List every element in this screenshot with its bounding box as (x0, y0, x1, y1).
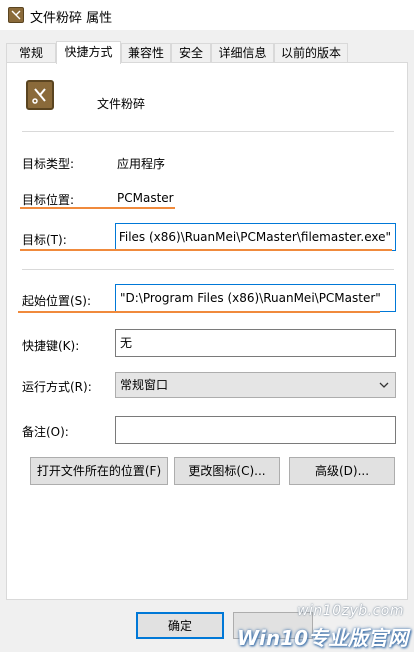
comment-field[interactable] (115, 416, 396, 444)
watermark-site: win10zyb.com (297, 603, 404, 619)
target-type-value: 应用程序 (117, 157, 166, 171)
shortcut-key-label: 快捷键(K): (22, 339, 80, 353)
target-label: 目标(T): (22, 233, 67, 247)
divider-top (22, 131, 394, 132)
highlight-underline (20, 249, 392, 251)
app-name: 文件粉碎 (97, 97, 146, 111)
highlight-underline (20, 207, 175, 209)
app-title-icon (8, 7, 24, 23)
advanced-button[interactable]: 高级(D)... (289, 457, 395, 485)
watermark-brand: Win10专业版官网 (237, 626, 408, 650)
start-in-label: 起始位置(S): (22, 294, 92, 308)
app-icon (26, 80, 54, 110)
change-icon-button[interactable]: 更改图标(C)... (174, 457, 280, 485)
run-select[interactable]: 常规窗口 (115, 372, 396, 398)
tab-security[interactable]: 安全 (171, 43, 211, 63)
tab-compatibility[interactable]: 兼容性 (121, 43, 171, 63)
tab-details[interactable]: 详细信息 (211, 43, 274, 63)
tab-previous-versions[interactable]: 以前的版本 (274, 43, 348, 63)
divider-middle (22, 269, 394, 270)
shortcut-key-field[interactable]: 无 (115, 329, 396, 357)
highlight-underline (18, 311, 380, 313)
chevron-down-icon (379, 382, 389, 388)
tab-general[interactable]: 常规 (6, 43, 56, 63)
tab-shortcut[interactable]: 快捷方式 (56, 41, 121, 64)
open-file-location-button[interactable]: 打开文件所在的位置(F) (30, 457, 168, 485)
ok-button[interactable]: 确定 (136, 612, 224, 639)
tab-strip: 常规 快捷方式 兼容性 安全 详细信息 以前的版本 (6, 41, 408, 64)
run-label: 运行方式(R): (22, 380, 92, 394)
target-location-value: PCMaster (117, 191, 174, 205)
window-title: 文件粉碎 属性 (30, 11, 113, 26)
start-in-field[interactable]: "D:\Program Files (x86)\RuanMei\PCMaster… (115, 284, 396, 312)
title-bar: 文件粉碎 属性 (0, 0, 414, 30)
target-location-label: 目标位置: (22, 193, 75, 207)
run-select-value: 常规窗口 (120, 378, 169, 392)
target-type-label: 目标类型: (22, 157, 75, 171)
comment-label: 备注(O): (22, 425, 69, 439)
target-field[interactable]: Files (x86)\RuanMei\PCMaster\filemaster.… (115, 223, 396, 251)
